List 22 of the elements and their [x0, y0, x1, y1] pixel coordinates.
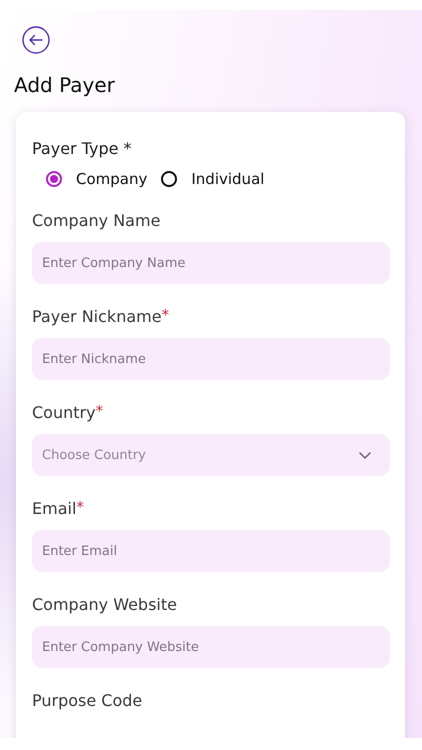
field-label: Email [32, 498, 76, 520]
field-label: Payer Nickname [32, 306, 162, 328]
required-mark: * [96, 402, 104, 420]
chevron-down-icon [358, 450, 372, 460]
input-field[interactable]: Enter Company Website [32, 626, 390, 668]
dropdown-field[interactable]: Choose Country [32, 434, 390, 476]
back-button[interactable] [22, 26, 50, 54]
input-field[interactable]: Enter Company Name [32, 242, 390, 284]
radio-option[interactable]: Individual [161, 170, 264, 188]
radio-icon[interactable] [161, 171, 178, 187]
field-label: Company Website [32, 594, 177, 616]
input-field[interactable]: Enter Nickname [32, 338, 390, 380]
required-mark: * [76, 498, 84, 516]
field-label: Payer Type * [32, 138, 133, 160]
field-label: Purpose Code [32, 690, 142, 712]
radio-icon[interactable] [46, 171, 62, 187]
field-label: Company Name [32, 210, 160, 232]
radio-option[interactable]: Company [46, 170, 148, 188]
page-title: Add Payer [14, 72, 116, 98]
required-mark: * [162, 306, 170, 324]
input-field[interactable]: Enter Email [32, 530, 390, 572]
field-label: Country [32, 402, 96, 424]
